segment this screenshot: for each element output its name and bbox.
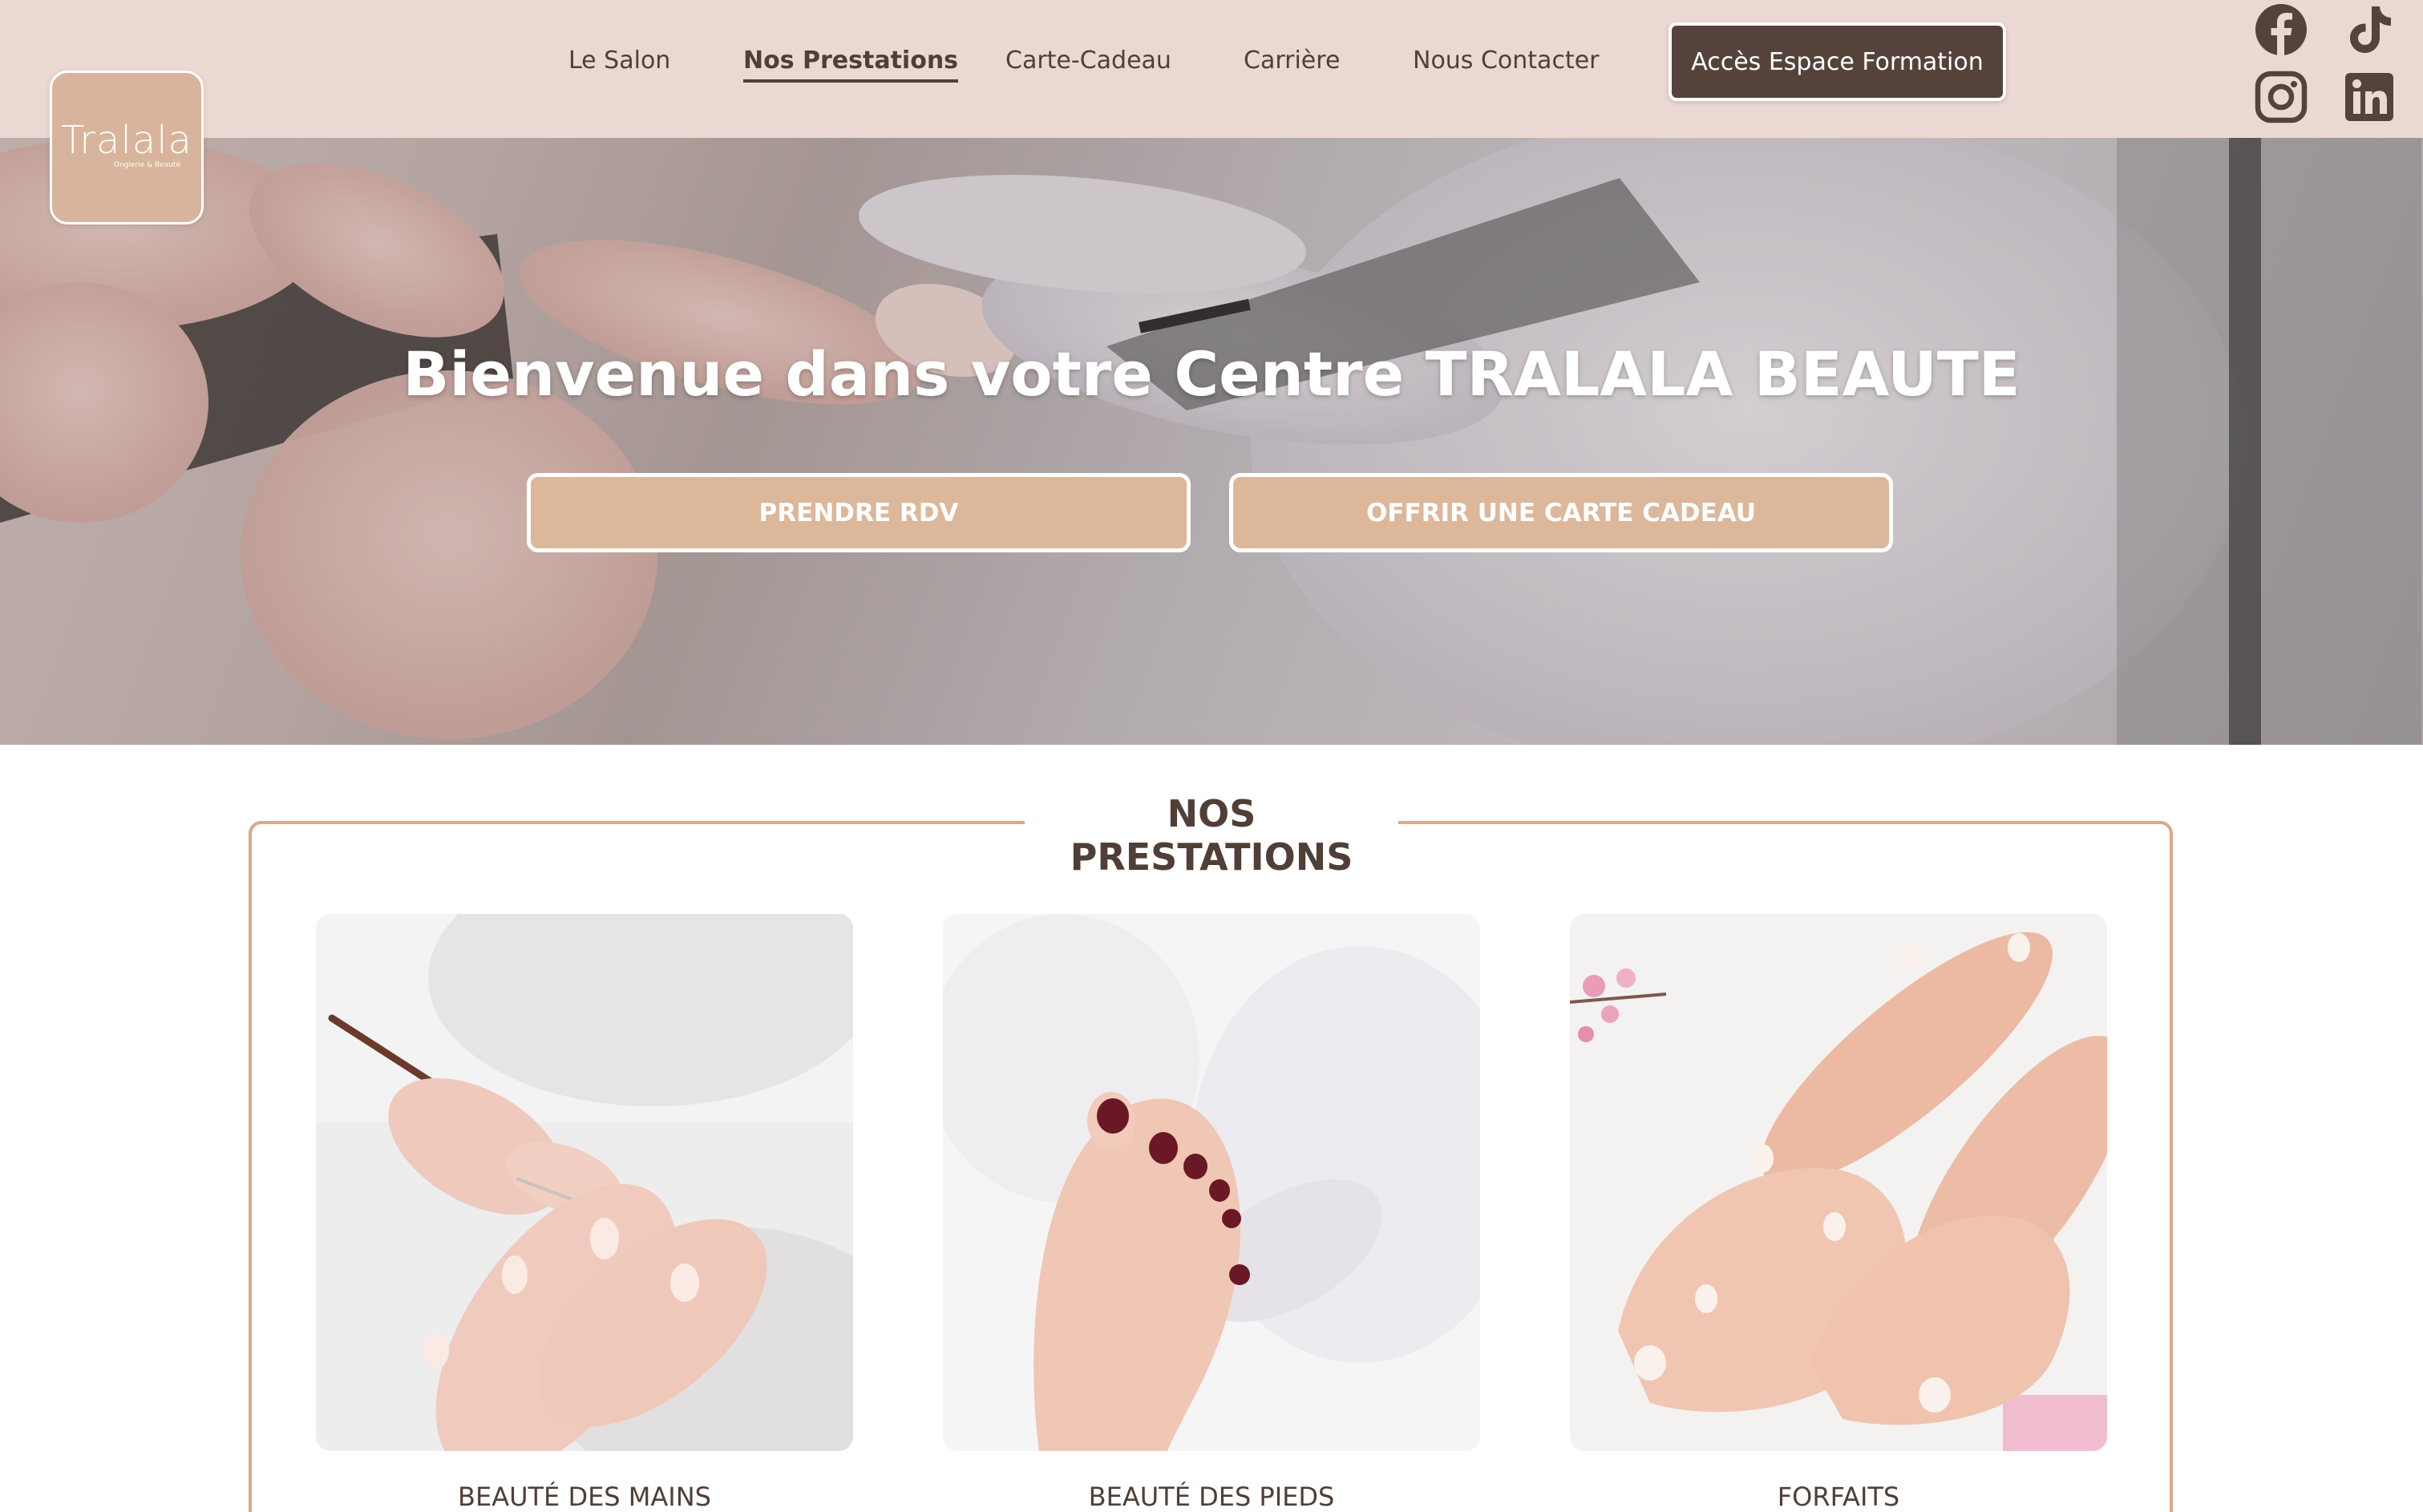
- nav-item-carriere[interactable]: Carrière: [1244, 46, 1340, 75]
- book-appointment-button[interactable]: PRENDRE RDV: [527, 473, 1191, 552]
- pedicure-image[interactable]: [943, 914, 1480, 1451]
- hero-title: Bienvenue dans votre Centre TRALALA BEAU…: [402, 338, 2021, 410]
- linkedin-icon[interactable]: [2341, 69, 2397, 125]
- formation-access-button[interactable]: Accès Espace Formation: [1669, 22, 2006, 101]
- logo-tagline: Onglerie & Beauté: [113, 161, 180, 169]
- facebook-icon[interactable]: [2253, 2, 2309, 58]
- forfaits-image[interactable]: [1570, 914, 2107, 1451]
- tralala-logo[interactable]: Tralala Onglerie & Beauté: [50, 71, 204, 224]
- main-nav: Le Salon Nos Prestations Carte-Cadeau Ca…: [0, 0, 2423, 128]
- manicure-image[interactable]: [316, 914, 853, 1451]
- nav-item-carte-cadeau[interactable]: Carte-Cadeau: [1005, 46, 1171, 75]
- logo-wordmark: Tralala: [61, 118, 192, 163]
- instagram-icon[interactable]: [2253, 69, 2309, 125]
- gift-card-button[interactable]: OFFRIR UNE CARTE CADEAU: [1229, 473, 1893, 552]
- nav-item-nos-prestations[interactable]: Nos Prestations: [743, 46, 959, 83]
- hero-overlay: [0, 138, 2423, 745]
- nav-item-nous-contacter[interactable]: Nous Contacter: [1413, 46, 1600, 75]
- site-header: Le Salon Nos Prestations Carte-Cadeau Ca…: [0, 0, 2423, 138]
- nav-item-le-salon[interactable]: Le Salon: [568, 46, 670, 75]
- card-label-beaute-des-pieds[interactable]: BEAUTÉ DES PIEDS: [943, 1482, 1480, 1512]
- card-label-forfaits[interactable]: FORFAITS: [1570, 1482, 2107, 1512]
- tiktok-icon[interactable]: [2341, 2, 2397, 58]
- card-label-beaute-des-mains[interactable]: BEAUTÉ DES MAINS: [316, 1482, 853, 1512]
- hero-banner: Bienvenue dans votre Centre TRALALA BEAU…: [0, 138, 2423, 745]
- prestations-title: NOS PRESTATIONS: [1025, 792, 1398, 879]
